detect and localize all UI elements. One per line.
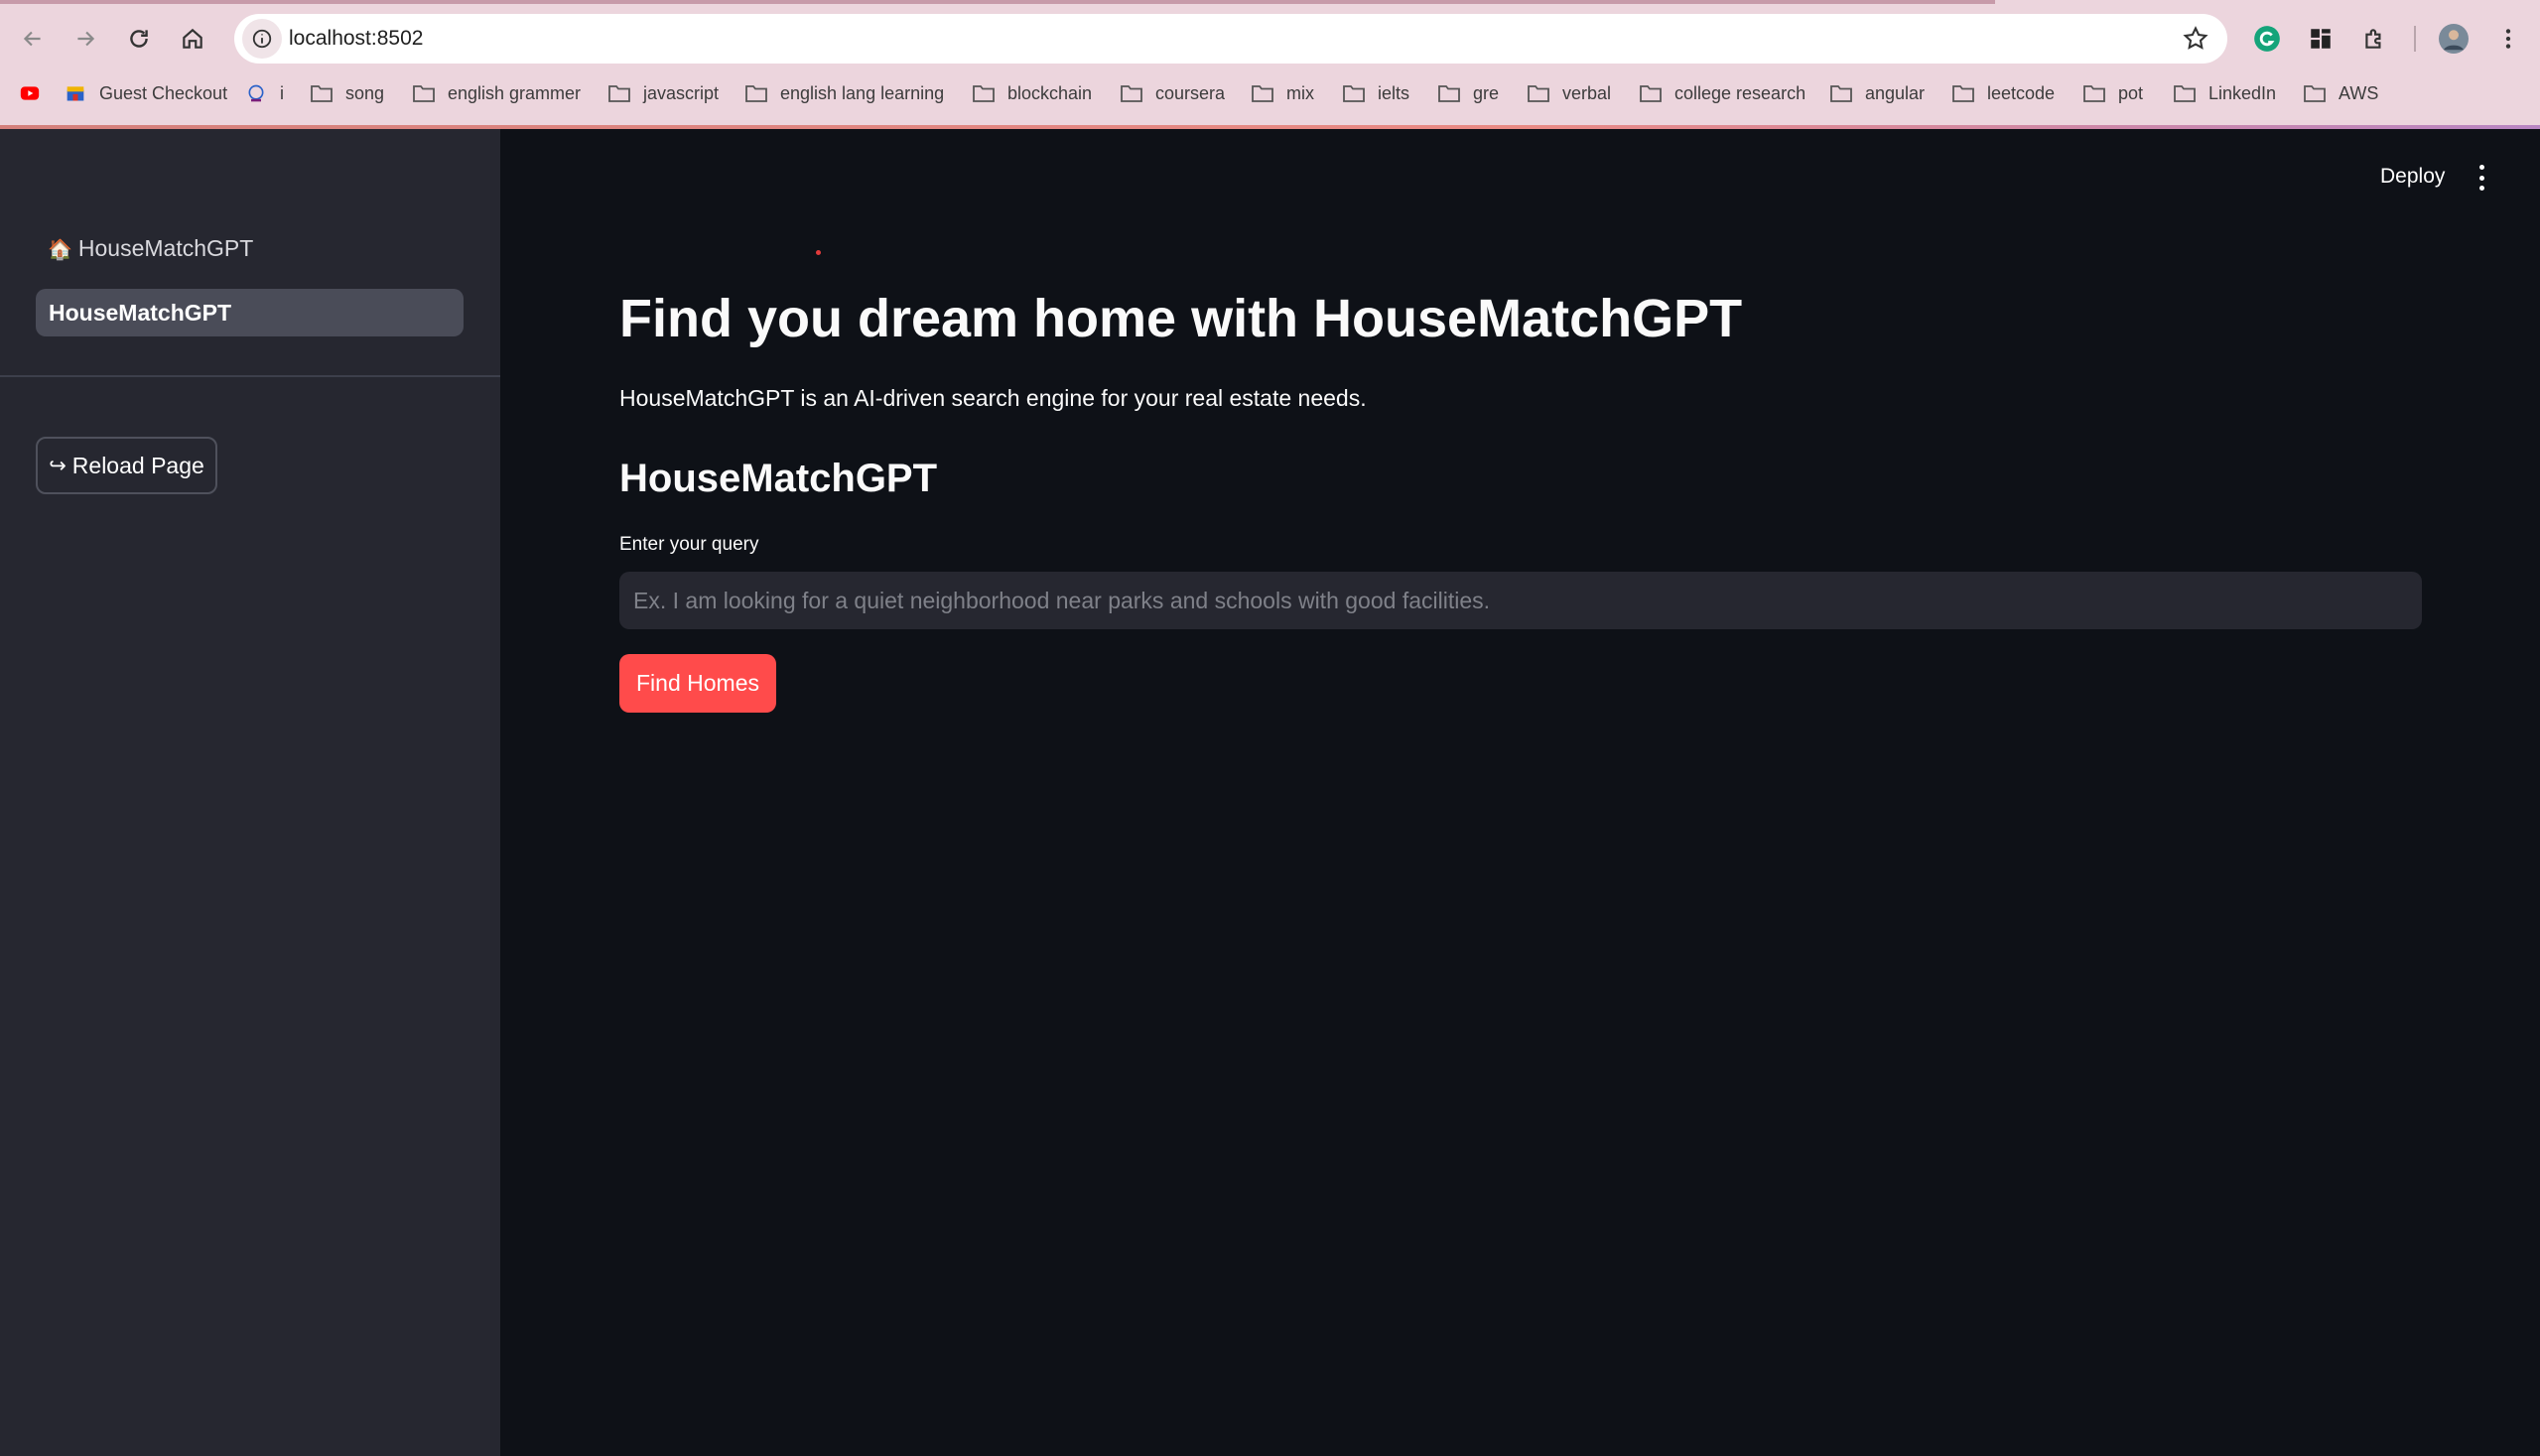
folder-icon [973, 85, 995, 102]
query-label: Enter your query [619, 534, 759, 555]
folder-icon [2083, 85, 2105, 102]
page-description: HouseMatchGPT is an AI-driven search eng… [619, 385, 1367, 411]
bookmark-folder-javascript[interactable]: javascript [607, 75, 719, 111]
folder-icon [608, 85, 630, 102]
bookmark-folder-ielts[interactable]: ielts [1342, 75, 1409, 111]
folder-icon [1252, 85, 1273, 102]
folder-icon [413, 85, 435, 102]
folder-icon [1952, 85, 1974, 102]
main-content: Deploy Find you dream home with HouseMat… [500, 129, 2540, 1456]
reload-page-button[interactable]: ↪ Reload Page [36, 437, 217, 494]
sidebar-divider [0, 375, 500, 377]
folder-icon [311, 85, 333, 102]
folder-icon [745, 85, 767, 102]
bookmark-folder-aws[interactable]: AWS [2303, 75, 2378, 111]
bookmark-folder-coursera[interactable]: coursera [1120, 75, 1225, 111]
folder-icon [1121, 85, 1142, 102]
browser-menu-icon[interactable] [2491, 22, 2525, 56]
bookmark-i[interactable]: i [244, 75, 284, 111]
extension-tool-icon[interactable] [2304, 22, 2338, 56]
deploy-button[interactable]: Deploy [2380, 165, 2445, 189]
section-title: HouseMatchGPT [619, 457, 938, 500]
house-icon: 🏠 [48, 239, 72, 261]
sidebar-item-app-title[interactable]: 🏠 HouseMatchGPT [48, 218, 253, 278]
sidebar-item-label: HouseMatchGPT [77, 235, 254, 261]
sidebar-item-housematchgpt[interactable]: HouseMatchGPT [36, 289, 464, 336]
toolbar-separator [2414, 26, 2416, 52]
sidebar-item-label: HouseMatchGPT [49, 300, 232, 326]
site-icon [248, 84, 264, 102]
query-input[interactable] [619, 572, 2422, 629]
site-info-icon[interactable] [242, 19, 282, 59]
main-menu-icon[interactable] [2472, 165, 2491, 191]
grammarly-icon[interactable] [2250, 22, 2284, 56]
bookmark-star-icon[interactable] [2182, 25, 2209, 53]
status-dot [816, 250, 821, 255]
url-text[interactable]: localhost:8502 [289, 14, 423, 64]
folder-icon [1528, 85, 1549, 102]
profile-avatar[interactable] [2437, 22, 2471, 56]
reload-icon[interactable] [116, 16, 162, 62]
bookmark-folder-linkedin[interactable]: LinkedIn [2173, 75, 2276, 111]
folder-icon [1640, 85, 1662, 102]
folder-icon [2304, 85, 2326, 102]
home-icon[interactable] [170, 16, 215, 62]
bookmark-folder-english-grammer[interactable]: english grammer [412, 75, 581, 111]
folder-icon [2174, 85, 2196, 102]
bookmark-folder-angular[interactable]: angular [1829, 75, 1925, 111]
sidebar: 🏠 HouseMatchGPT HouseMatchGPT ↪ Reload Pa… [0, 129, 500, 1456]
bookmark-folder-gre[interactable]: gre [1437, 75, 1499, 111]
folder-icon [1438, 85, 1460, 102]
bookmark-folder-college-research[interactable]: college research [1639, 75, 1805, 111]
page-title: Find you dream home with HouseMatchGPT [619, 289, 1743, 348]
bookmark-folder-verbal[interactable]: verbal [1527, 75, 1611, 111]
find-homes-button[interactable]: Find Homes [619, 654, 776, 713]
forward-icon[interactable] [63, 16, 108, 62]
browser-toolbar: localhost:8502 [0, 8, 2540, 69]
bookmark-folder-pot[interactable]: pot [2082, 75, 2143, 111]
bookmark-folder-blockchain[interactable]: blockchain [972, 75, 1092, 111]
bookmark-folder-mix[interactable]: mix [1251, 75, 1314, 111]
bookmark-folder-english-lang-learning[interactable]: english lang learning [744, 75, 944, 111]
back-icon[interactable] [10, 16, 56, 62]
loading-bar [0, 0, 1995, 4]
folder-icon [1830, 85, 1852, 102]
reload-arrow-icon: ↪ [49, 454, 67, 477]
shop-icon [67, 86, 84, 101]
folder-icon [1343, 85, 1365, 102]
reload-page-label: Reload Page [71, 452, 204, 478]
bookmark-guest-checkout[interactable]: Guest Checkout [64, 75, 227, 111]
youtube-icon [20, 86, 40, 100]
bookmark-youtube[interactable] [18, 75, 54, 111]
bookmark-folder-leetcode[interactable]: leetcode [1951, 75, 2055, 111]
extensions-puzzle-icon[interactable] [2357, 22, 2391, 56]
browser-chrome: localhost:8502 Guest Checkout i song eng… [0, 0, 2540, 129]
address-bar[interactable]: localhost:8502 [234, 14, 2227, 64]
bookmark-folder-song[interactable]: song [310, 75, 384, 111]
bookmarks-bar: Guest Checkout i song english grammer ja… [0, 75, 2540, 111]
